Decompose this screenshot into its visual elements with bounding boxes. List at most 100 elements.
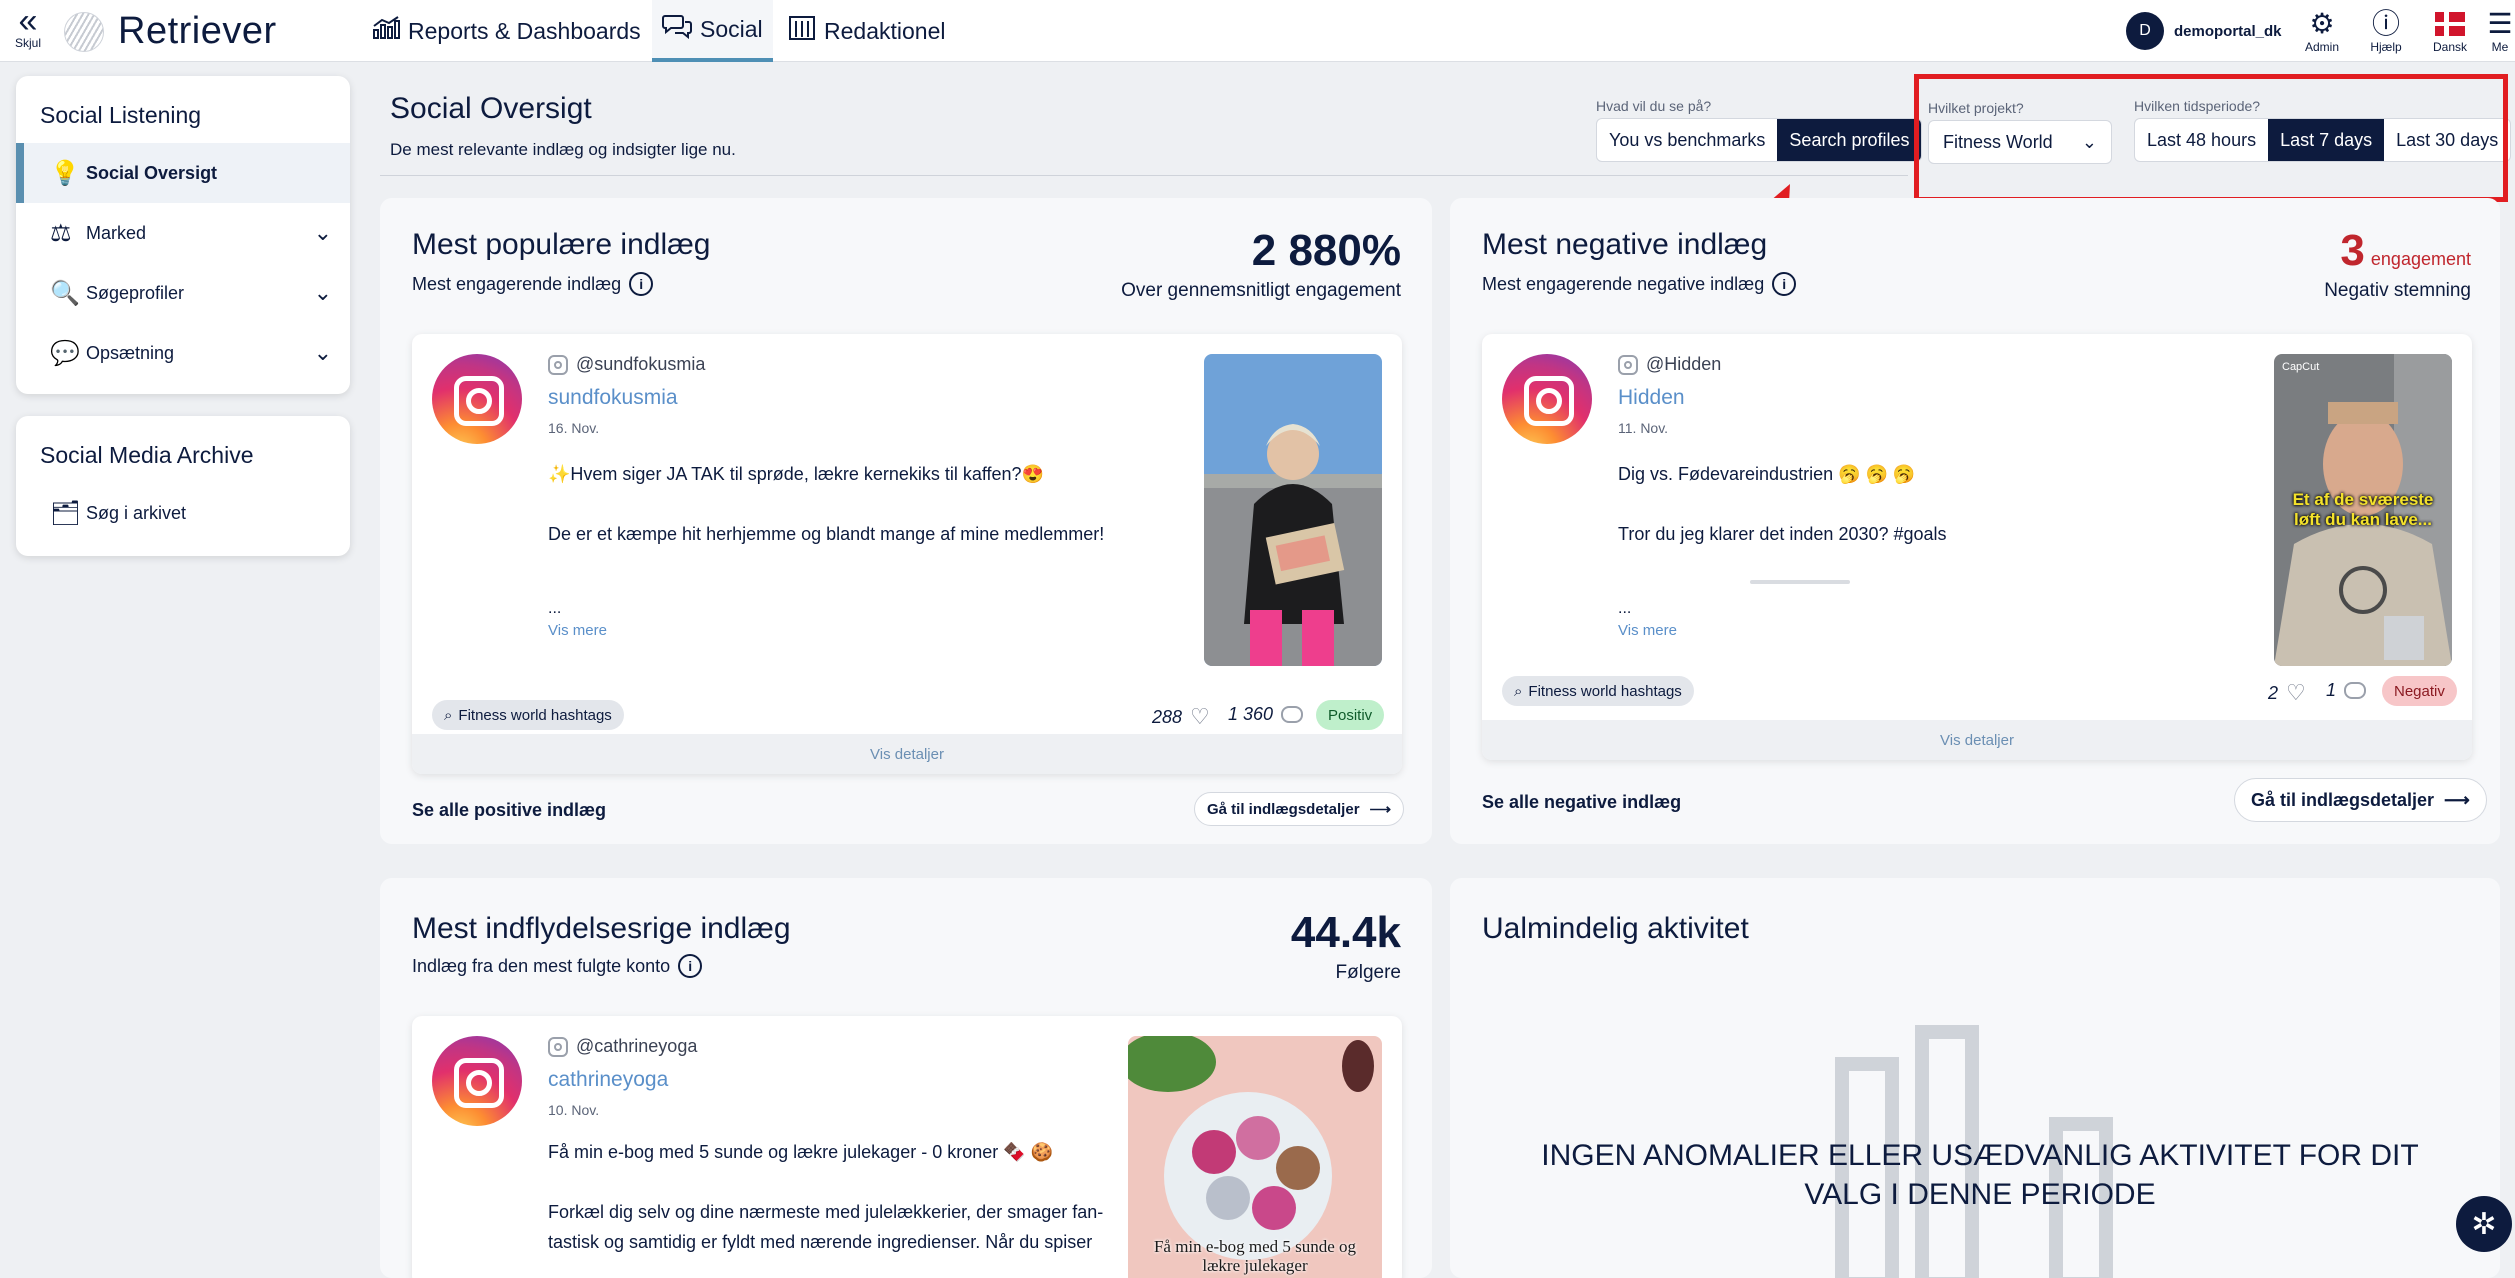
post-handle: @sundfokusmia: [548, 354, 705, 375]
username: demoportal_dk: [2174, 22, 2282, 40]
influential-big-number: 44.4k: [1290, 908, 1401, 957]
page-subtitle: De mest relevante indlæg og indsigter li…: [390, 140, 736, 159]
user-menu[interactable]: D demoportal_dk: [2126, 12, 2282, 50]
post-text-line: Dig vs. Fødevareindustrien 🥱 🥱 🥱: [1618, 464, 1916, 484]
see-all-negative-link[interactable]: Se alle negative indlæg: [1482, 792, 1681, 813]
retriever-logo[interactable]: Retriever: [64, 10, 277, 53]
social-media-archive-panel: Social Media Archive 🗂 Søg i arkivet: [16, 416, 350, 556]
likes-count: 288: [1152, 706, 1183, 727]
post-author-name[interactable]: Hidden: [1618, 386, 1685, 410]
help-label: Hjælp: [2370, 40, 2402, 54]
view-toggle: You vs benchmarks Search profiles: [1596, 118, 1923, 162]
post-image[interactable]: Få min e-bog med 5 sunde og lækre juleka…: [1128, 1036, 1382, 1278]
comment-icon: [1281, 706, 1304, 723]
post-author-name[interactable]: cathrineyoga: [548, 1068, 668, 1092]
hashtag-tag[interactable]: ⌕ Fitness world hashtags: [432, 700, 624, 730]
lightbulb-icon: 💡: [50, 159, 80, 187]
double-chevron-left-icon: «: [18, 2, 38, 40]
help-button[interactable]: ⓘ Hjælp: [2356, 8, 2416, 54]
info-icon[interactable]: i: [678, 954, 703, 978]
post-ellipsis: ...: [548, 600, 562, 617]
image-caption: Et af de sværeste løft du kan lave...: [2292, 490, 2434, 529]
unusual-title: Ualmindelig aktivitet: [1482, 912, 1749, 945]
popular-post: @sundfokusmia sundfokusmia 16. Nov. ✨Hve…: [412, 334, 1402, 774]
chat-icon: 💬: [50, 339, 80, 367]
hide-sidebar-button[interactable]: « Skjul: [8, 2, 48, 50]
header-divider: [380, 175, 1908, 176]
sentiment-badge: Negativ: [2382, 676, 2457, 706]
negative-engagement: 3 engagement: [2340, 226, 2471, 276]
goto-post-details-button[interactable]: Gå til indlægsdetaljer ⟶: [1194, 792, 1405, 826]
view-option-benchmarks[interactable]: You vs benchmarks: [1597, 119, 1777, 161]
sentiment-badge: Positiv: [1316, 700, 1385, 730]
arrow-right-icon: ⟶: [2444, 789, 2470, 810]
hide-label: Skjul: [14, 36, 41, 50]
arrow-right-icon: ⟶: [1369, 801, 1392, 818]
heart-icon: ♡: [2286, 680, 2306, 705]
likes-stat: 288 ♡: [1152, 704, 1210, 730]
globe-logo-icon: [64, 11, 104, 52]
tab-social[interactable]: Social: [652, 0, 773, 62]
settings-fab-button[interactable]: ✲: [2456, 1196, 2512, 1252]
see-all-positive-link[interactable]: Se alle positive indlæg: [412, 800, 606, 821]
comments-count: 1: [2326, 680, 2337, 700]
sidebar-item-marked[interactable]: ⚖ Marked ⌄: [16, 203, 350, 263]
chevron-down-icon[interactable]: ⌄: [314, 340, 332, 366]
info-icon[interactable]: i: [1772, 272, 1797, 296]
top-navbar: « Skjul Retriever Reports & Dashboards S…: [0, 0, 2515, 62]
sidebar-item-social-oversigt[interactable]: 💡 Social Oversigt: [16, 143, 350, 203]
chevron-down-icon[interactable]: ⌄: [314, 220, 332, 246]
tab-label: Social: [700, 15, 763, 42]
view-label: Hvad vil du se på?: [1596, 98, 1712, 114]
info-icon[interactable]: i: [629, 272, 654, 296]
sidebar-item-label: Opsætning: [86, 342, 175, 363]
influential-number-sub: Følgere: [1335, 962, 1401, 983]
influential-subtitle-row: Indlæg fra den mest fulgte konto i: [412, 954, 703, 978]
goto-post-details-button[interactable]: Gå til indlægsdetaljer ⟶: [2234, 778, 2487, 822]
influential-title: Mest indflydelsesrige indlæg: [412, 912, 791, 945]
language-button[interactable]: Dansk: [2420, 8, 2480, 54]
sidebar-item-sogeprofiler[interactable]: 🔍 Søgeprofiler ⌄: [16, 263, 350, 323]
instagram-icon: [1502, 354, 1592, 444]
post-image[interactable]: [1204, 354, 1382, 666]
post-text-line: tastisk og samtidig er fyldt med nærende…: [548, 1232, 1093, 1252]
menu-icon: ☰: [2487, 8, 2513, 39]
hashtag-tag[interactable]: ⌕ Fitness world hashtags: [1502, 676, 1694, 706]
show-more-link[interactable]: Vis mere: [1618, 622, 1677, 639]
post-handle: @Hidden: [1618, 354, 1721, 375]
post-handle-text: @cathrineyoga: [576, 1036, 698, 1056]
instagram-small-icon: [548, 354, 568, 375]
post-author-name[interactable]: sundfokusmia: [548, 386, 678, 410]
instagram-icon: [432, 354, 522, 444]
show-details-button[interactable]: Vis detaljer: [1482, 720, 2472, 760]
instagram-small-icon: [548, 1036, 568, 1057]
no-anomalies-message: INGEN ANOMALIER ELLER USÆDVANLIG AKTIVIT…: [1541, 1139, 2419, 1211]
popular-subtitle-row: Mest engagerende indlæg i: [412, 272, 654, 296]
sidebar-item-label: Social Oversigt: [86, 162, 218, 183]
post-ellipsis: ...: [1618, 600, 1632, 617]
comments-stat: 1 360: [1228, 704, 1304, 725]
highlight-box: [1914, 74, 2508, 202]
menu-label: Me: [2491, 40, 2509, 54]
goto-label: Gå til indlægsdetaljer: [1207, 800, 1360, 818]
sidebar-item-sog-i-arkivet[interactable]: 🗂 Søg i arkivet: [16, 483, 350, 543]
danish-flag-icon: [2435, 12, 2465, 36]
language-label: Dansk: [2432, 40, 2467, 54]
post-image[interactable]: CapCut Et af de sværeste løft du kan lav…: [2274, 354, 2452, 666]
chevron-down-icon[interactable]: ⌄: [314, 280, 332, 306]
view-option-search-profiles[interactable]: Search profiles: [1777, 119, 1922, 161]
heart-icon: ♡: [1190, 704, 1210, 729]
post-handle-text: @Hidden: [1646, 354, 1722, 374]
post-date: 10. Nov.: [548, 1102, 600, 1118]
tab-redaktionel[interactable]: Redaktionel: [788, 0, 945, 62]
admin-button[interactable]: ⚙ Admin: [2292, 8, 2352, 54]
show-more-link[interactable]: Vis mere: [548, 622, 607, 639]
info-icon: ⓘ: [2371, 8, 2400, 39]
tab-reports-dashboards[interactable]: Reports & Dashboards: [372, 0, 641, 62]
archive-search-icon: 🗂: [50, 499, 81, 527]
archive-title: Social Media Archive: [40, 442, 254, 468]
sidebar-item-opsaetning[interactable]: 💬 Opsætning ⌄: [16, 323, 350, 383]
menu-button[interactable]: ☰ Me: [2480, 8, 2515, 54]
show-details-button[interactable]: Vis detaljer: [412, 734, 1402, 774]
bar-chart-icon: [372, 15, 400, 47]
